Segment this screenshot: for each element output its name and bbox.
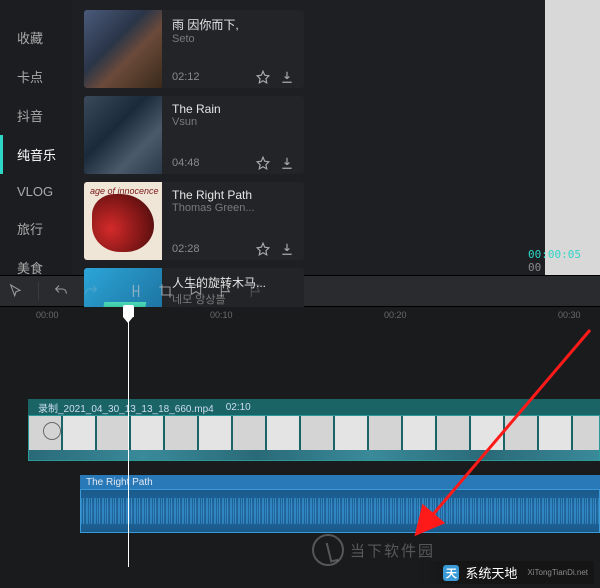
undo-icon[interactable] xyxy=(53,283,69,299)
music-grid: 雨 因你而下, Seto 02:12 The Rain Vsun 04:48 xyxy=(72,0,545,275)
video-clip-header[interactable]: 录制_2021_04_30_13_13_18_660.mp4 02:10 xyxy=(28,399,600,415)
sidebar-item-beat[interactable]: 卡点 xyxy=(0,57,72,96)
crop-icon[interactable] xyxy=(158,283,174,299)
flag2-icon xyxy=(248,283,264,299)
watermark-brand: 系统天地 xyxy=(465,563,517,582)
music-thumbnail xyxy=(84,10,162,88)
music-duration: 02:28 xyxy=(172,243,200,255)
download-icon[interactable] xyxy=(280,156,294,170)
marker-icon[interactable] xyxy=(188,283,204,299)
download-icon[interactable] xyxy=(280,242,294,256)
star-icon[interactable] xyxy=(256,70,270,84)
music-duration: 04:48 xyxy=(172,157,200,169)
flag-icon[interactable] xyxy=(218,283,234,299)
star-icon[interactable] xyxy=(256,156,270,170)
music-card[interactable]: The Right Path Thomas Green... 02:28 xyxy=(84,182,304,260)
music-artist: Seto xyxy=(172,33,294,45)
time-ruler[interactable]: 00:00 00:10 00:20 00:30 xyxy=(28,307,600,329)
audio-clip-header[interactable]: The Right Path xyxy=(80,475,600,489)
watermark-text: 当下软件园 xyxy=(350,540,435,561)
clip-filename: 录制_2021_04_30_13_13_18_660.mp4 xyxy=(38,400,214,415)
sidebar-item-travel[interactable]: 旅行 xyxy=(0,209,72,248)
split-icon[interactable] xyxy=(128,283,144,299)
preview-pane xyxy=(545,0,600,275)
timeline[interactable]: 00:00 00:10 00:20 00:30 录制_2021_04_30_13… xyxy=(0,307,600,566)
separator xyxy=(38,282,39,300)
music-thumbnail xyxy=(84,96,162,174)
ruler-mark: 00:10 xyxy=(210,310,233,320)
ruler-mark: 00:30 xyxy=(558,310,581,320)
sidebar-item-douyin[interactable]: 抖音 xyxy=(0,96,72,135)
download-icon[interactable] xyxy=(280,70,294,84)
redo-icon xyxy=(83,283,99,299)
music-card[interactable]: The Rain Vsun 04:48 xyxy=(84,96,304,174)
time-display: 00:00:05 00 xyxy=(528,248,600,274)
total-time: 00 xyxy=(528,261,541,274)
ruler-mark: 00:20 xyxy=(384,310,407,320)
music-artist: Vsun xyxy=(172,116,294,128)
watermark-badge-icon: 天 xyxy=(443,565,459,581)
music-duration: 02:12 xyxy=(172,71,200,83)
clip-duration: 02:10 xyxy=(226,402,251,413)
playhead[interactable] xyxy=(128,307,129,567)
audio-clip-name: The Right Path xyxy=(86,477,153,488)
sidebar-item-pure-music[interactable]: 纯音乐 xyxy=(0,135,72,174)
sidebar-item-food[interactable]: 美食 xyxy=(0,248,72,287)
music-title: The Right Path xyxy=(172,188,294,202)
sidebar-item-favorites[interactable]: 收藏 xyxy=(0,18,72,57)
watermark-url: XiTongTianDi.net xyxy=(527,568,588,577)
music-title: The Rain xyxy=(172,102,294,116)
star-icon[interactable] xyxy=(256,242,270,256)
sidebar: 收藏 卡点 抖音 纯音乐 VLOG 旅行 美食 xyxy=(0,0,72,275)
ruler-mark: 00:00 xyxy=(36,310,59,320)
music-artist: Thomas Green... xyxy=(172,202,294,214)
music-thumbnail xyxy=(84,182,162,260)
watermark-footer: 天 系统天地 XiTongTianDi.net xyxy=(415,561,594,584)
music-card[interactable]: 雨 因你而下, Seto 02:12 xyxy=(84,10,304,88)
video-track[interactable] xyxy=(28,415,600,461)
music-title: 雨 因你而下, xyxy=(172,16,294,33)
watermark-logo-icon xyxy=(312,534,344,566)
cursor-icon[interactable] xyxy=(8,283,24,299)
current-time: 00:00:05 xyxy=(528,248,581,261)
audio-track[interactable] xyxy=(80,489,600,533)
sidebar-item-vlog[interactable]: VLOG xyxy=(0,174,72,209)
